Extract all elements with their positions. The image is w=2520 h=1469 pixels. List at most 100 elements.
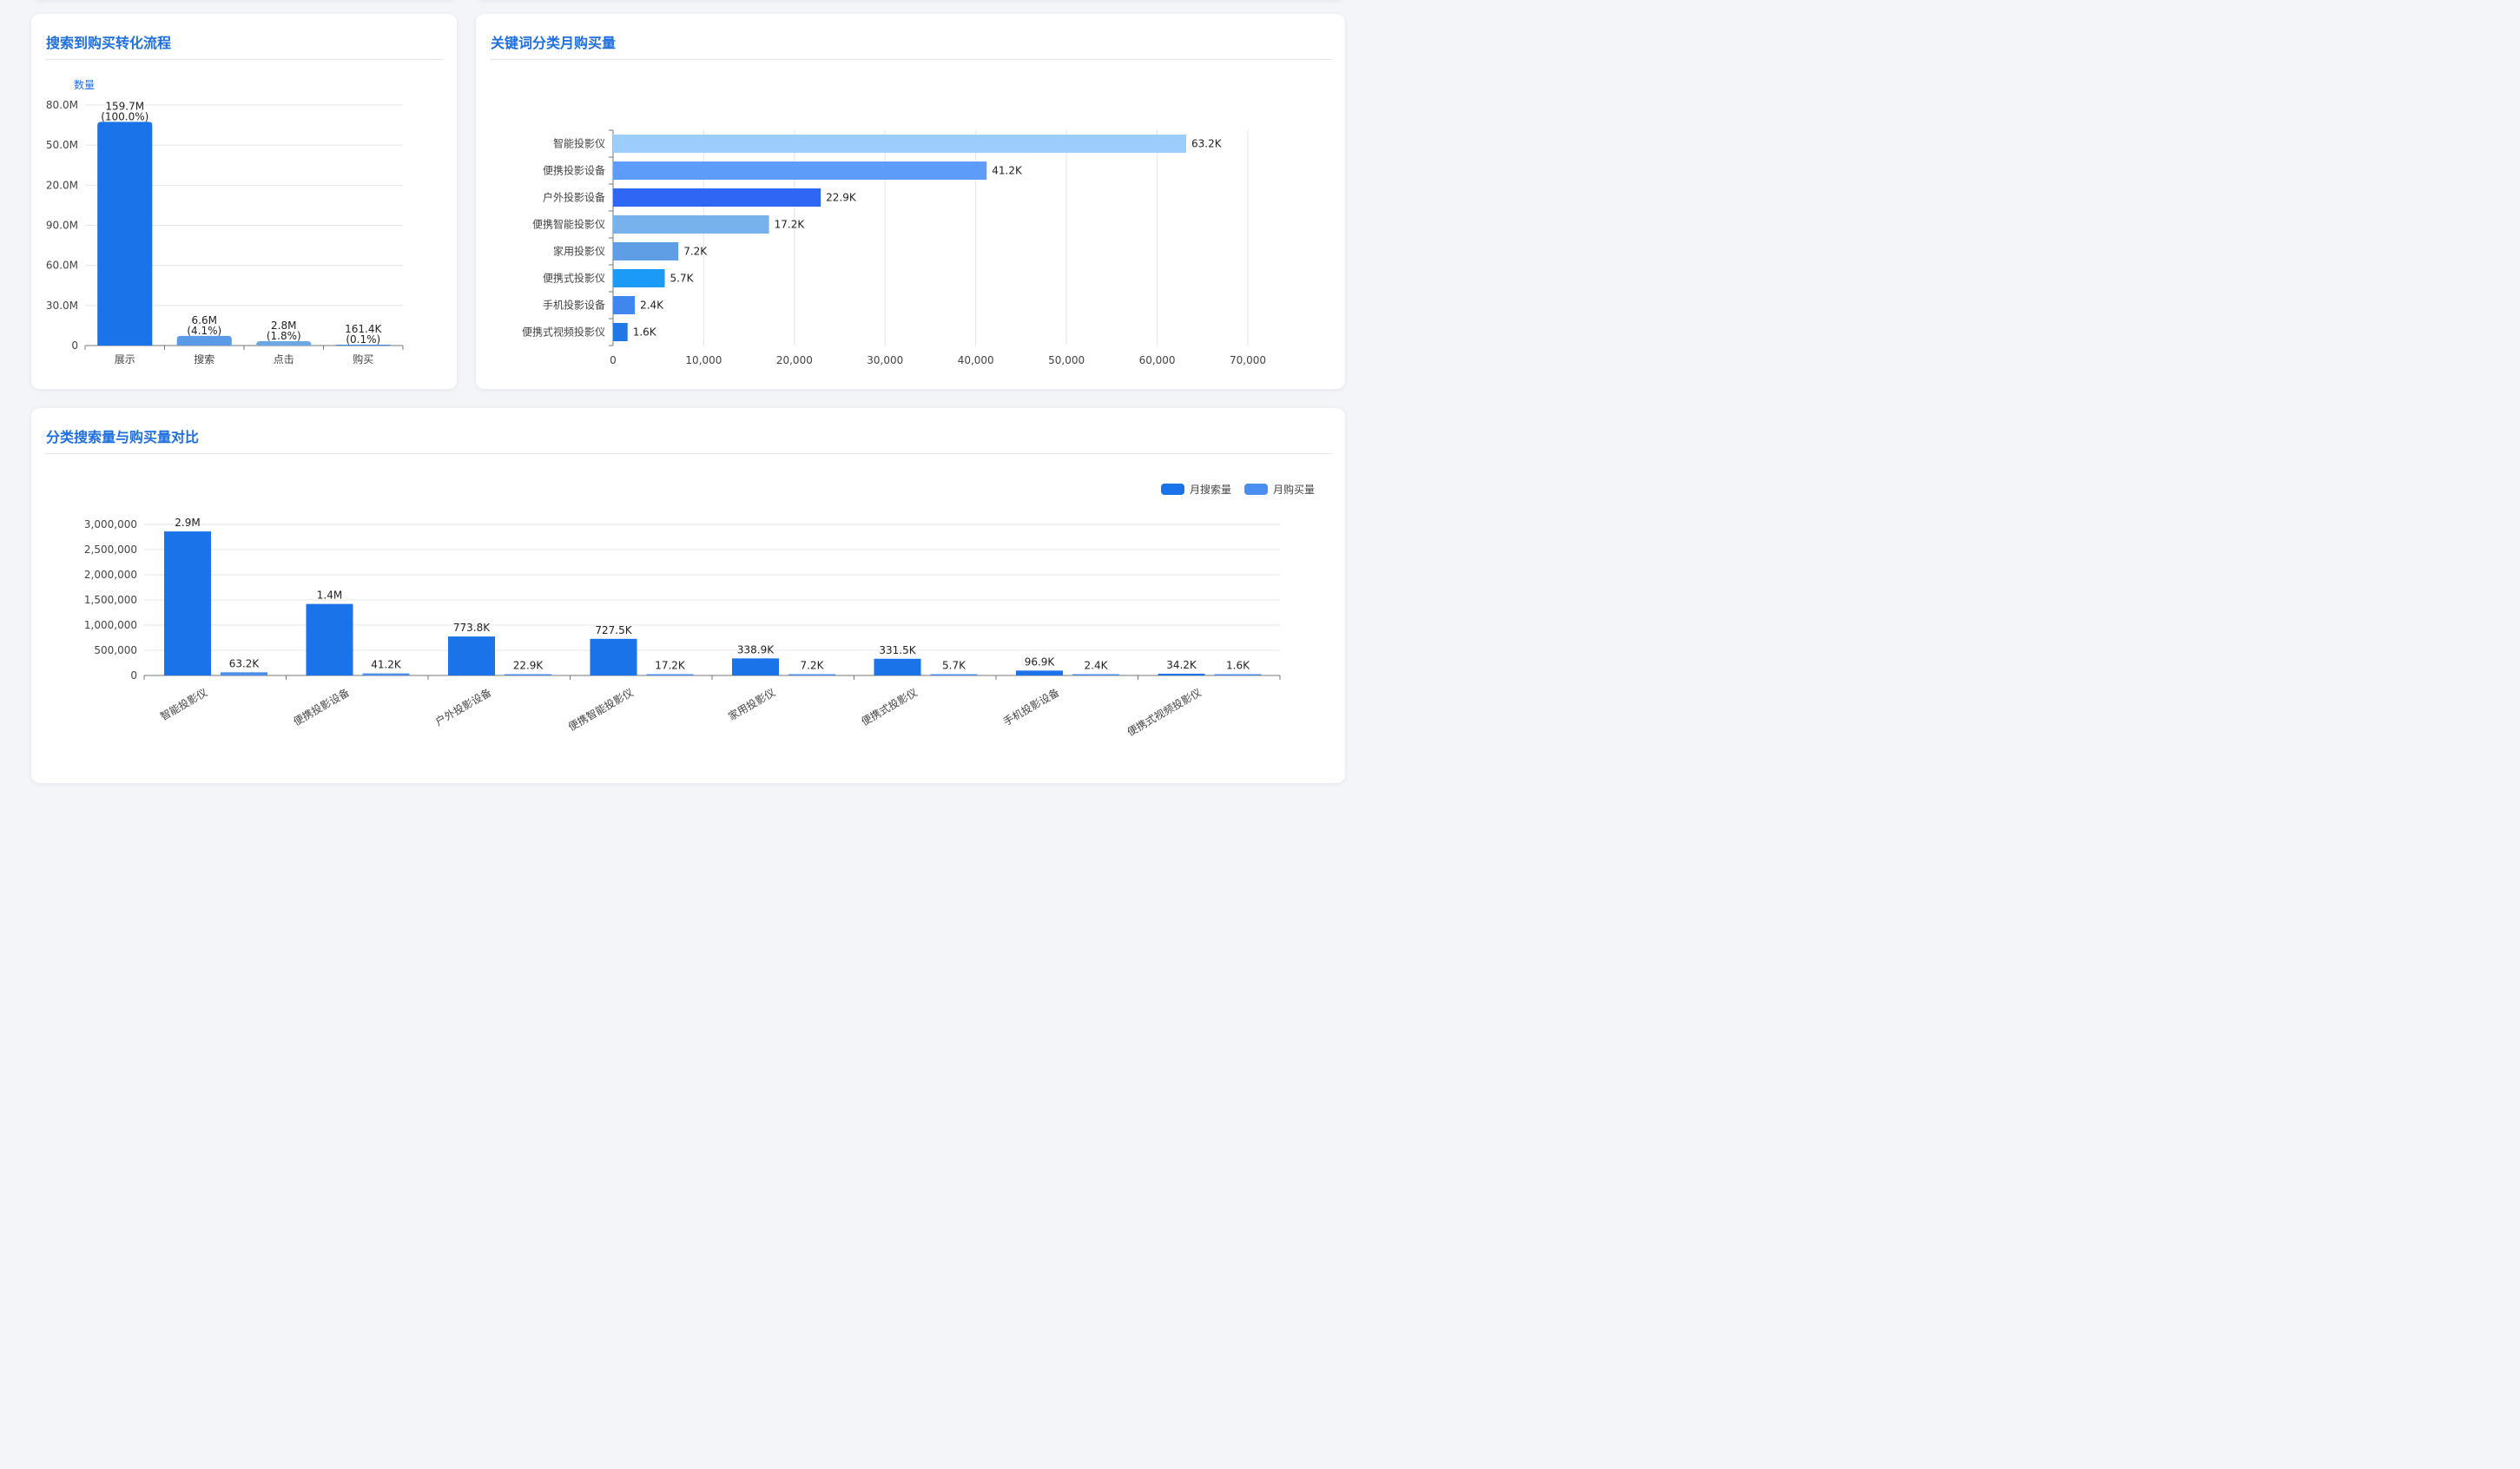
keyword-category-label: 户外投影设备 [543,191,605,204]
keyword-bar [613,269,665,287]
funnel-chart: 数量030.0M60.0M90.0M20.0M50.0M80.0M 159.7M(… [46,78,404,366]
compare-bar-search [1158,674,1205,675]
compare-category-label: 便携智能投影仪 [565,686,635,734]
legend-label-purchase: 月购买量 [1273,483,1315,496]
compare-value-label: 96.9K [1025,655,1056,668]
funnel-percent-label: (0.1%) [346,333,380,346]
compare-panel: 分类搜索量与购买量对比 0 500,000 1,000,000 1,500,000 2,… [31,408,1345,783]
keyword-bar [613,296,636,314]
keyword-x-tick-label: 10,000 [685,354,722,366]
funnel-percent-label: (1.8%) [267,330,301,342]
compare-y-tick-label: 2,500,000 [84,543,137,556]
compare-value-label: 17.2K [655,660,686,672]
compare-value-label: 7.2K [801,660,825,672]
compare-value-label: 22.9K [513,660,544,672]
keyword-bar [613,242,679,260]
compare-category-label: 手机投影设备 [1000,686,1061,728]
compare-value-label: 727.5K [595,624,632,636]
funnel-category-label: 点击 [274,353,294,366]
compare-category-label: 智能投影仪 [158,686,209,723]
compare-value-label: 338.9K [737,643,775,655]
keyword-bar [613,135,1186,153]
funnel-category-label: 搜索 [194,352,214,366]
compare-bar-purchase [930,674,978,675]
compare-bar-search [874,658,921,675]
compare-y-tick-label: 1,500,000 [84,594,137,606]
legend-swatch-search [1161,484,1184,495]
compare-y-tick-label: 500,000 [94,644,137,656]
compare-bar-purchase [1214,674,1262,675]
keyword-category-label: 便携投影设备 [543,164,605,177]
keyword-x-tick-label: 0 [610,354,617,366]
compare-value-label: 34.2K [1166,659,1197,671]
compare-bar-purchase [788,674,835,675]
keyword-x-tick-label: 50,000 [1048,354,1085,366]
keyword-x-tick-label: 70,000 [1230,354,1266,366]
funnel-bar [176,335,232,346]
keyword-bar [613,188,821,207]
legend-label-search: 月搜索量 [1190,483,1231,496]
compare-bar-purchase [1072,674,1119,675]
funnel-category-label: 购买 [353,352,373,366]
dashboard: 搜索到购买转化流程 数量 0 30.0M 60.0M 90.0M 20.0M 50.0M 80… [0,0,1362,794]
compare-y-tick-label: 0 [130,669,137,682]
keyword-category-label: 便携式投影仪 [543,272,605,285]
compare-value-label: 331.5K [879,644,916,656]
funnel-y-axis-title: 数量 [74,78,95,91]
funnel-percent-label: (4.1%) [187,325,221,337]
funnel-y-tick-label: 50.0M [46,139,78,151]
compare-bar-search [164,531,211,675]
keyword-value-label: 7.2K [683,246,708,258]
keyword-x-tick-label: 40,000 [958,354,994,366]
compare-chart: 0 500,000 1,000,000 1,500,000 2,000,000 2,500… [84,483,1315,739]
funnel-y-tick-label: 80.0M [46,99,78,111]
compare-bar-purchase [221,672,267,675]
keyword-chart: 0 10,000 20,000 30,000 40,000 50,000 60,000 70,… [522,129,1266,366]
keyword-x-tick-label: 60,000 [1139,354,1176,366]
compare-value-label: 63.2K [229,657,261,669]
funnel-y-tick-label: 90.0M [46,220,78,232]
compare-bar-purchase [362,673,410,675]
compare-value-label: 2.4K [1085,660,1109,672]
compare-y-tick-label: 1,000,000 [84,619,137,631]
keyword-value-label: 2.4K [640,300,664,312]
keyword-category-label: 便携式视频投影仪 [522,326,605,339]
funnel-panel: 搜索到购买转化流程 数量 0 30.0M 60.0M 90.0M 20.0M 50.0M 80… [31,14,457,389]
compare-category-label: 家用投影仪 [726,686,777,723]
compare-bar-purchase [505,674,551,675]
compare-value-label: 5.7K [942,660,966,672]
compare-value-label: 1.6K [1226,660,1250,672]
keyword-value-label: 5.7K [670,273,695,285]
legend-swatch-purchase [1244,484,1268,495]
funnel-y-tick-label: 30.0M [46,300,78,312]
compare-value-label: 1.4M [317,590,342,602]
compare-category-label: 便携式投影仪 [859,686,920,728]
keyword-value-label: 63.2K [1191,138,1223,150]
compare-value-label: 773.8K [453,622,491,634]
compare-category-label: 便携投影设备 [291,686,352,728]
keyword-x-tick-label: 30,000 [867,354,903,366]
keyword-bar [613,215,769,234]
compare-value-label: 2.9M [175,517,200,529]
keyword-value-label: 1.6K [633,326,657,339]
compare-bar-search [732,658,779,675]
keyword-category-label: 家用投影仪 [553,245,605,258]
keyword-bar [613,323,628,341]
keyword-x-tick-label: 20,000 [776,354,813,366]
funnel-percent-label: (100.0%) [101,110,148,122]
compare-y-tick-label: 3,000,000 [84,518,137,530]
compare-bar-search [1016,670,1063,675]
keyword-category-label: 便携智能投影仪 [532,218,605,231]
funnel-y-tick-label: 60.0M [46,260,78,272]
compare-bar-search [448,636,495,675]
compare-bar-purchase [646,674,694,675]
keyword-category-label: 智能投影仪 [553,137,605,150]
keyword-category-label: 手机投影设备 [543,299,605,312]
compare-category-label: 便携式视频投影仪 [1125,686,1204,739]
funnel-bar [97,122,153,346]
compare-y-tick-label: 2,000,000 [84,569,137,581]
compare-category-label: 户外投影设备 [432,686,493,728]
funnel-y-tick-label: 0 [71,339,78,352]
funnel-category-label: 展示 [115,353,135,366]
compare-bar-search [590,638,637,675]
